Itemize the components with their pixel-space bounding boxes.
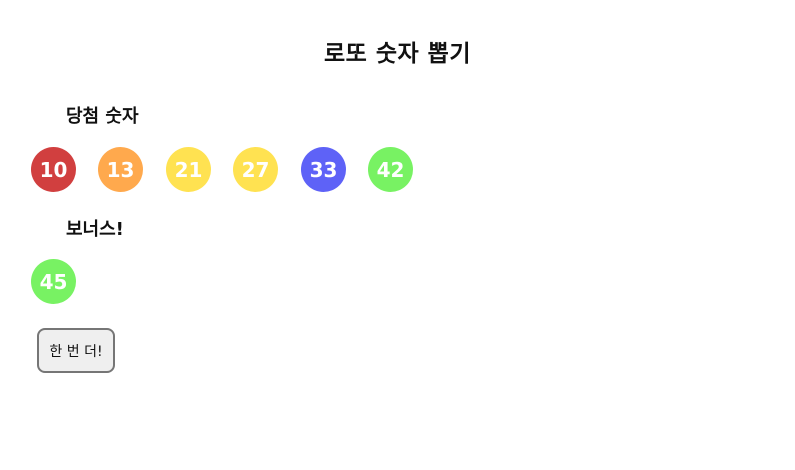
- bonus-label: 보너스!: [66, 219, 124, 240]
- lotto-ball: 27: [233, 147, 278, 192]
- lotto-ball: 13: [98, 147, 143, 192]
- retry-button[interactable]: 한 번 더!: [37, 328, 115, 373]
- lotto-ball: 10: [31, 147, 76, 192]
- page-title: 로또 숫자 뽑기: [324, 41, 471, 67]
- lotto-ball: 21: [166, 147, 211, 192]
- bonus-ball: 45: [31, 259, 76, 304]
- lotto-ball: 42: [368, 147, 413, 192]
- winning-numbers-label: 당첨 숫자: [66, 106, 139, 127]
- lotto-ball: 33: [301, 147, 346, 192]
